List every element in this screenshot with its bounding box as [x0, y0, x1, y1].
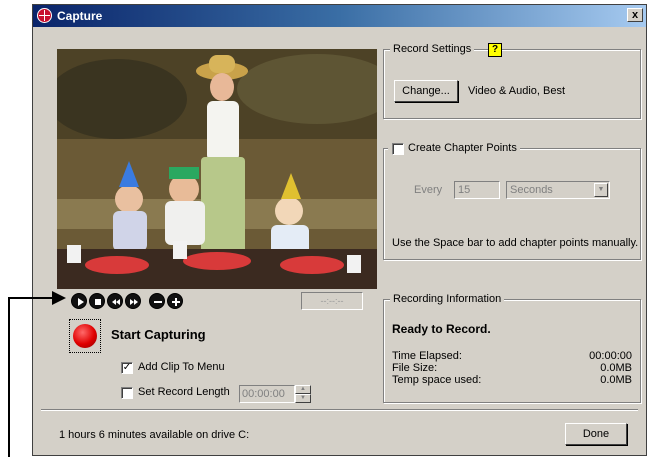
stop-icon[interactable]	[89, 293, 105, 309]
info-label-time: Time Elapsed:	[392, 350, 462, 362]
done-button[interactable]: Done	[565, 423, 627, 445]
info-label-size: File Size:	[392, 362, 438, 374]
callout-arrow-icon	[52, 291, 66, 305]
start-capturing-label: Start Capturing	[111, 327, 206, 342]
zoom-out-icon[interactable]	[149, 293, 165, 309]
rewind-icon[interactable]	[107, 293, 123, 309]
app-icon	[37, 8, 52, 23]
help-icon[interactable]: ?	[488, 43, 502, 57]
chapter-points-checkbox[interactable]	[392, 143, 404, 155]
chapter-hint: Use the Space bar to add chapter points …	[392, 237, 639, 249]
video-preview	[57, 49, 377, 289]
every-input[interactable]: 15	[454, 181, 500, 199]
chevron-down-icon[interactable]: ▼	[594, 183, 608, 197]
record-settings-title: Record Settings	[390, 43, 475, 55]
record-settings-group: Record Settings ? Change... Video & Audi…	[383, 43, 641, 119]
play-icon[interactable]	[71, 293, 87, 309]
record-settings-value: Video & Audio, Best	[468, 85, 566, 97]
callout-line-vertical	[8, 297, 10, 457]
record-length-input[interactable]: 00:00:00	[239, 385, 295, 403]
fast-forward-icon[interactable]	[125, 293, 141, 309]
zoom-in-icon[interactable]	[167, 293, 183, 309]
info-value-temp: 0.0MB	[600, 374, 632, 386]
timecode-display: --:--:--	[301, 292, 363, 310]
add-clip-checkbox[interactable]: ✓	[121, 362, 133, 374]
add-clip-label: Add Clip To Menu	[138, 361, 225, 373]
recording-status: Ready to Record.	[392, 322, 491, 336]
unit-dropdown-value: Seconds	[510, 184, 553, 196]
footer-divider	[41, 409, 638, 411]
unit-dropdown[interactable]: Seconds ▼	[506, 181, 610, 199]
info-label-temp: Temp space used:	[392, 374, 482, 386]
close-icon[interactable]: x	[627, 8, 643, 22]
record-icon	[73, 324, 97, 348]
info-value-size: 0.0MB	[600, 362, 632, 374]
set-length-label: Set Record Length	[138, 386, 230, 398]
spin-down-icon[interactable]: ▼	[295, 394, 311, 403]
every-label: Every	[414, 184, 443, 196]
spin-up-icon[interactable]: ▲	[295, 385, 311, 394]
record-button[interactable]	[69, 319, 101, 353]
video-frame-image	[57, 49, 377, 289]
change-button[interactable]: Change...	[394, 80, 458, 102]
recording-info-title: Recording Information	[390, 293, 505, 305]
recording-info-group: Recording Information Ready to Record. T…	[383, 293, 641, 403]
capture-window: Capture x --:--:-- Start Capturing ✓ Add…	[32, 4, 647, 456]
record-length-spinner[interactable]: ▲ ▼	[295, 385, 311, 403]
chapter-points-title: Create Chapter Points	[388, 142, 520, 154]
chapter-points-group: Create Chapter Points Every 15 Seconds ▼…	[383, 142, 641, 260]
info-value-time: 00:00:00	[589, 350, 632, 362]
disk-space-status: 1 hours 6 minutes available on drive C:	[59, 429, 250, 441]
set-length-checkbox[interactable]	[121, 387, 133, 399]
callout-line-horizontal	[8, 297, 58, 299]
title-bar: Capture x	[33, 5, 646, 27]
window-title: Capture	[57, 9, 103, 23]
